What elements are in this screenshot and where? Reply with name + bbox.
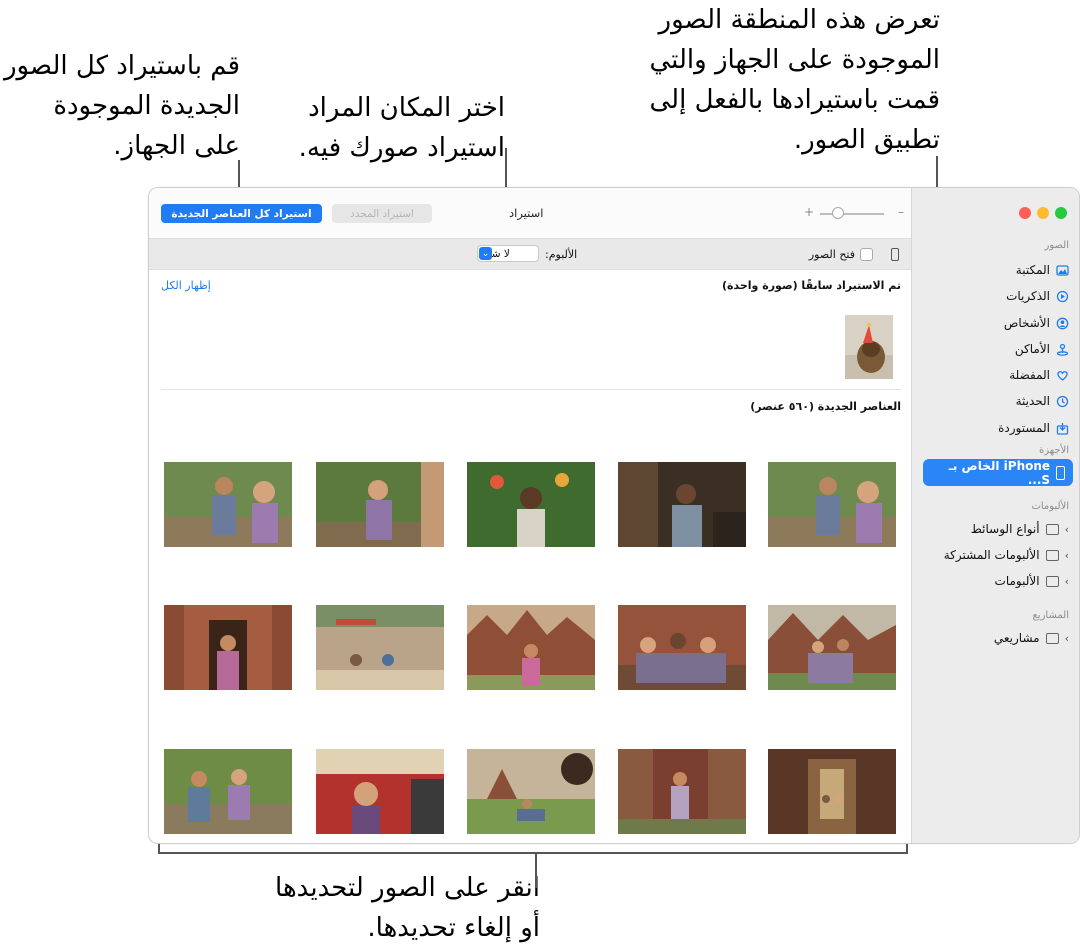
photo-thumbnail[interactable] xyxy=(316,462,444,547)
import-icon xyxy=(1056,422,1069,435)
slider-track xyxy=(820,213,884,215)
window-controls xyxy=(1019,207,1067,219)
clock-icon xyxy=(1056,395,1069,408)
minimize-button[interactable] xyxy=(1037,207,1049,219)
sidebar-item-memories[interactable]: الذكريات xyxy=(1006,285,1069,307)
sidebar-item-my-projects[interactable]: › مشاريعي xyxy=(994,627,1069,649)
sidebar-section-projects: المشاريع xyxy=(1032,610,1069,621)
slider-knob[interactable] xyxy=(832,207,844,219)
photo-thumbnail[interactable] xyxy=(164,749,292,834)
sidebar-item-label: المكتبة xyxy=(1015,263,1050,277)
import-selected-button[interactable]: استيراد المحدد xyxy=(332,204,432,223)
sidebar-item-label: الذكريات xyxy=(1006,289,1050,303)
callout-import-all: قم باستيراد كل الصور الجديدة الموجودة عل… xyxy=(3,51,240,161)
sidebar-item-recents[interactable]: الحديثة xyxy=(1016,390,1069,412)
device-label: iPhone الخاص بـ S... xyxy=(948,458,1051,487)
photo-thumbnail[interactable] xyxy=(164,462,292,547)
sidebar-item-device[interactable]: iPhone الخاص بـ S... xyxy=(923,458,1073,487)
chevron-down-icon: ⌄ xyxy=(479,247,492,260)
sidebar-item-imports[interactable]: المستوردة xyxy=(998,417,1069,439)
sidebar-section-devices: الأجهزة xyxy=(1038,445,1069,456)
photo-thumbnail[interactable] xyxy=(768,605,896,690)
places-icon xyxy=(1056,343,1069,356)
options-bar: فتح الصور الألبوم: لا شيء ⌄ xyxy=(149,238,911,270)
photo-thumbnail[interactable] xyxy=(618,749,746,834)
zoom-slider[interactable]: – + xyxy=(804,205,904,221)
chevron-right-icon[interactable]: › xyxy=(1065,549,1069,562)
import-main: استيراد كل العناصر الجديدة استيراد المحد… xyxy=(149,188,911,843)
callout-existing-photos: تعرض هذه المنطقة الصور الموجودة على الجه… xyxy=(649,5,940,155)
photos-import-window: الصور المكتبة الذكريات الأشخاص الأماكن ا… xyxy=(148,187,1080,844)
sidebar-item-label: الأماكن xyxy=(1014,342,1050,356)
photo-thumbnail[interactable] xyxy=(467,462,595,547)
sidebar-item-shared-albums[interactable]: › الألبومات المشتركة xyxy=(944,544,1069,566)
sidebar: الصور المكتبة الذكريات الأشخاص الأماكن ا… xyxy=(911,188,1079,843)
sidebar-item-label: أنواع الوسائط xyxy=(970,522,1040,536)
zoom-in-icon: + xyxy=(804,205,815,219)
shared-folder-icon xyxy=(1045,549,1059,561)
folder-icon xyxy=(1045,632,1059,644)
sidebar-item-label: الحديثة xyxy=(1015,394,1050,408)
folder-icon xyxy=(1045,523,1059,535)
folder-icon xyxy=(1045,575,1059,587)
album-label: الألبوم: xyxy=(545,248,578,261)
sidebar-item-label: الألبومات xyxy=(994,574,1040,588)
section-divider xyxy=(161,389,901,390)
photo-thumbnail[interactable] xyxy=(467,605,595,690)
sidebar-item-places[interactable]: الأماكن xyxy=(1015,338,1069,360)
photo-thumbnail[interactable] xyxy=(467,749,595,834)
chevron-right-icon[interactable]: › xyxy=(1065,632,1069,645)
sidebar-item-library[interactable]: المكتبة xyxy=(1016,259,1069,281)
photo-thumbnail[interactable] xyxy=(768,462,896,547)
photo-thumbnail[interactable] xyxy=(164,605,292,690)
sidebar-item-favorites[interactable]: المفضلة xyxy=(1009,364,1069,386)
previously-imported-photo[interactable] xyxy=(845,315,893,379)
photo-thumbnail[interactable] xyxy=(768,749,896,834)
library-icon xyxy=(1056,264,1069,277)
chevron-right-icon[interactable]: › xyxy=(1065,575,1069,588)
leader-line-click xyxy=(535,852,537,888)
iphone-icon xyxy=(1056,465,1065,480)
open-photos-checkbox[interactable] xyxy=(860,248,873,261)
show-all-link[interactable]: إظهار الكل xyxy=(161,279,211,292)
close-button[interactable] xyxy=(1019,207,1031,219)
photo-thumbnail[interactable] xyxy=(316,605,444,690)
previously-imported-title: تم الاستيراد سابقًا (صورة واحدة) xyxy=(721,279,901,292)
zoom-out-icon: – xyxy=(898,205,904,219)
bracket-new-h xyxy=(158,852,908,854)
sidebar-item-people[interactable]: الأشخاص xyxy=(1004,312,1069,334)
callout-choose-location: اختر المكان المراد استيراد صورك فيه. xyxy=(298,93,505,163)
new-items-title: العناصر الجديدة (٥٦٠ عنصر) xyxy=(750,400,901,413)
sidebar-section-photos: الصور xyxy=(1044,240,1070,251)
sidebar-item-label: مشاريعي xyxy=(993,631,1040,645)
photo-thumbnail[interactable] xyxy=(618,462,746,547)
people-icon xyxy=(1056,317,1069,330)
toolbar: استيراد كل العناصر الجديدة استيراد المحد… xyxy=(149,188,911,238)
sidebar-section-albums: الألبومات xyxy=(1031,501,1069,512)
heart-icon xyxy=(1056,369,1069,382)
callout-click-photos: انقر على الصور لتحديدها أو إلغاء تحديدها… xyxy=(275,873,540,943)
memories-icon xyxy=(1056,290,1069,303)
open-photos-label: فتح الصور xyxy=(808,248,855,261)
toolbar-title: استيراد xyxy=(509,206,544,220)
import-all-button[interactable]: استيراد كل العناصر الجديدة xyxy=(161,204,322,223)
sidebar-item-label: الأشخاص xyxy=(1003,316,1050,330)
sidebar-item-label: المفضلة xyxy=(1009,368,1050,382)
chevron-right-icon[interactable]: › xyxy=(1065,523,1069,536)
iphone-icon xyxy=(891,248,899,261)
sidebar-item-albums[interactable]: › الألبومات xyxy=(995,570,1069,592)
photo-thumbnail[interactable] xyxy=(618,605,746,690)
album-select[interactable]: لا شيء ⌄ xyxy=(477,245,539,262)
zoom-button[interactable] xyxy=(1055,207,1067,219)
sidebar-item-media-types[interactable]: › أنواع الوسائط xyxy=(971,518,1069,540)
photo-thumbnail[interactable] xyxy=(316,749,444,834)
sidebar-item-label: الألبومات المشتركة xyxy=(943,548,1040,562)
sidebar-item-label: المستوردة xyxy=(998,421,1050,435)
